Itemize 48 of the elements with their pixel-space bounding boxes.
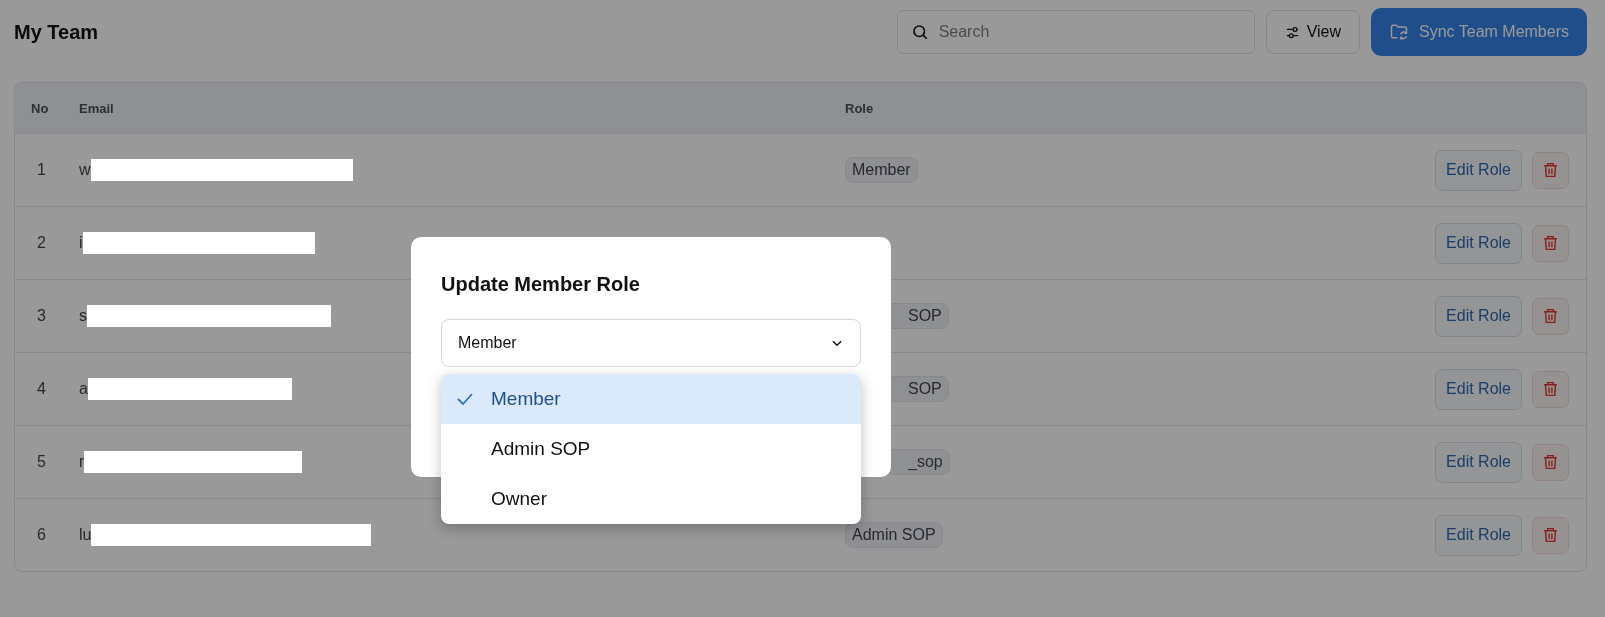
folder-sync-icon [1389, 22, 1409, 42]
view-button[interactable]: View [1265, 10, 1360, 54]
delete-button[interactable] [1532, 516, 1569, 554]
delete-button[interactable] [1532, 297, 1569, 335]
table-cell: 3 [37, 307, 46, 324]
table-cell: 1 [37, 161, 46, 178]
page-title: My Team [14, 20, 99, 44]
dropdown-option[interactable]: Member [441, 374, 861, 424]
edit-role-button[interactable]: Edit Role [1435, 368, 1522, 410]
sync-button[interactable]: Sync Team Members [1371, 8, 1587, 56]
table-cell: 5 [37, 453, 46, 470]
delete-button[interactable] [1532, 224, 1569, 262]
dialog-title: Update Member Role [441, 273, 641, 296]
delete-button[interactable] [1532, 151, 1569, 189]
edit-role-button[interactable]: Edit Role [1435, 514, 1522, 556]
column-header: Role [845, 100, 874, 116]
dropdown-option[interactable]: Owner [441, 474, 861, 524]
trash-icon [1542, 453, 1559, 471]
table-cell: i [79, 234, 83, 252]
check-icon [457, 392, 473, 406]
column-header: No [31, 100, 49, 116]
trash-icon [1542, 234, 1559, 252]
trash-icon [1542, 380, 1559, 398]
role-tag: Member [845, 157, 918, 183]
column-header: Email [79, 100, 114, 116]
table-cell: r [79, 453, 85, 471]
delete-button[interactable] [1532, 443, 1569, 481]
role-select[interactable]: Member [441, 319, 861, 367]
table-cell: s [79, 307, 87, 325]
trash-icon [1542, 526, 1559, 544]
table-cell: 2 [37, 234, 46, 251]
edit-role-button[interactable]: Edit Role [1435, 222, 1522, 264]
search-icon [910, 23, 929, 41]
table-cell: lu [79, 526, 92, 544]
table-cell: a [79, 380, 88, 398]
role-tag: Admin SOP [845, 522, 943, 548]
delete-button[interactable] [1532, 370, 1569, 408]
table-cell: w [79, 161, 91, 179]
dropdown-option[interactable]: Admin SOP [441, 424, 861, 474]
sliders-icon [1284, 24, 1300, 40]
table-cell: 6 [37, 526, 46, 543]
edit-role-button[interactable]: Edit Role [1435, 441, 1522, 483]
search-field[interactable]: Search [896, 10, 1255, 54]
edit-role-button[interactable]: Edit Role [1435, 149, 1522, 191]
trash-icon [1542, 161, 1559, 179]
table-cell: 4 [37, 380, 46, 397]
trash-icon [1542, 307, 1559, 325]
edit-role-button[interactable]: Edit Role [1435, 295, 1522, 337]
